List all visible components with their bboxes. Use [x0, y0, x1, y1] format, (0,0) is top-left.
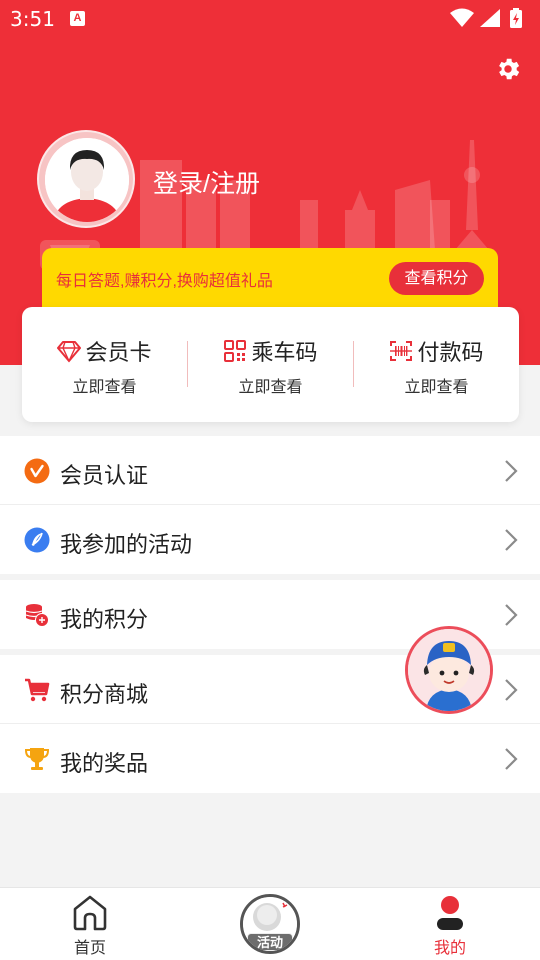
menu-item-label: 我的积分 — [60, 607, 149, 632]
tab-home-label: 首页 — [73, 940, 106, 957]
chevron-right-icon — [505, 529, 518, 551]
login-register-link[interactable]: 登录/注册 — [153, 164, 260, 200]
ride-code-entry[interactable]: 乘车码 立即查看 — [188, 307, 353, 422]
qr-code-icon — [224, 340, 247, 362]
quiz-banner-text: 每日答题,赚积分,换购超值礼品 — [56, 273, 273, 290]
app-notification-icon: A — [70, 11, 85, 26]
wifi-icon — [450, 8, 474, 27]
menu-item-label: 积分商城 — [60, 682, 149, 707]
status-time: 3:51 — [10, 7, 55, 31]
mascot-character-icon — [408, 629, 490, 711]
shopping-cart-icon — [25, 678, 50, 702]
member-card-label: 会员卡 — [85, 340, 152, 365]
tab-activity[interactable]: 活动 — [240, 894, 300, 954]
menu-item-my-activities[interactable]: 我参加的活动 — [0, 505, 540, 574]
battery-icon — [510, 8, 522, 28]
compass-icon — [24, 527, 50, 553]
quick-access-card: 会员卡 立即查看 乘车码 立即查看 付款码 立即查看 — [22, 307, 519, 422]
floating-mascot-button[interactable] — [405, 626, 493, 714]
menu-item-label: 我的奖品 — [60, 751, 149, 776]
default-avatar-icon — [45, 138, 129, 222]
chevron-right-icon — [505, 748, 518, 770]
settings-gear-icon[interactable] — [494, 55, 522, 83]
member-card-entry[interactable]: 会员卡 立即查看 — [22, 307, 187, 422]
signal-icon — [480, 9, 500, 27]
payment-code-label: 付款码 — [417, 340, 484, 365]
daily-quiz-banner[interactable]: 每日答题,赚积分,换购超值礼品 查看积分 — [42, 248, 498, 312]
system-status-icons — [450, 8, 522, 28]
tab-mine-label: 我的 — [433, 940, 466, 957]
menu-item-member-verification[interactable]: 会员认证 — [0, 436, 540, 505]
chevron-right-icon — [505, 679, 518, 701]
home-icon — [73, 895, 107, 931]
user-profile-icon — [437, 896, 463, 930]
ride-code-subtitle: 立即查看 — [238, 379, 303, 396]
trophy-icon — [24, 748, 50, 770]
chevron-right-icon — [505, 604, 518, 626]
member-card-subtitle: 立即查看 — [72, 379, 137, 396]
menu-group: 会员认证 我参加的活动 — [0, 436, 540, 574]
tab-home[interactable]: 首页 — [0, 888, 180, 960]
menu-item-label: 我参加的活动 — [60, 532, 193, 557]
tab-activity-label: 活动 — [247, 933, 293, 951]
menu-item-my-prizes[interactable]: 我的奖品 — [0, 724, 540, 793]
menu-item-label: 会员认证 — [60, 463, 149, 488]
coin-stack-icon — [25, 604, 49, 627]
tab-mine[interactable]: 我的 — [360, 888, 540, 960]
status-bar: 3:51 A — [0, 0, 540, 36]
diamond-icon — [57, 341, 82, 363]
payment-code-entry[interactable]: 付款码 立即查看 — [354, 307, 519, 422]
view-points-button[interactable]: 查看积分 — [389, 262, 484, 295]
payment-code-subtitle: 立即查看 — [404, 379, 469, 396]
ride-code-label: 乘车码 — [251, 340, 318, 365]
verified-badge-icon — [24, 458, 50, 484]
chevron-right-icon — [505, 460, 518, 482]
avatar[interactable] — [37, 130, 135, 228]
barcode-scan-icon — [390, 341, 413, 361]
